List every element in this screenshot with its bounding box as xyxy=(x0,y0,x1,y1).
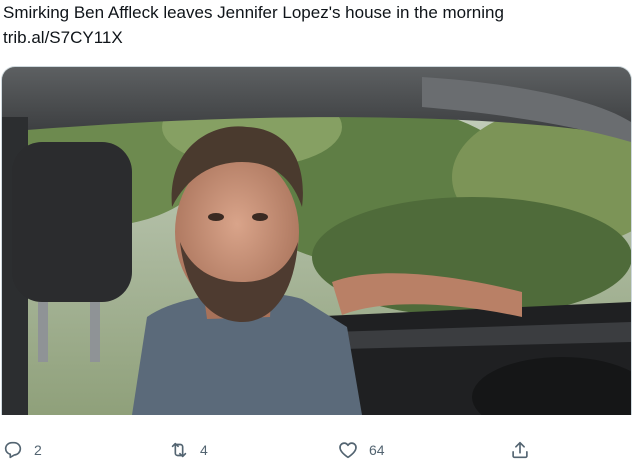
reply-icon xyxy=(4,441,22,459)
retweet-count: 4 xyxy=(200,442,208,458)
tweet-text: Smirking Ben Affleck leaves Jennifer Lop… xyxy=(3,0,623,50)
tweet[interactable]: Smirking Ben Affleck leaves Jennifer Lop… xyxy=(0,0,632,475)
tweet-media-photo[interactable] xyxy=(1,66,632,415)
share-icon xyxy=(512,441,528,459)
reply-count: 2 xyxy=(34,442,42,458)
retweet-button[interactable]: 4 xyxy=(168,432,208,468)
like-button[interactable]: 64 xyxy=(337,432,385,468)
retweet-icon xyxy=(171,442,187,458)
tweet-text-line: Smirking Ben Affleck leaves Jennifer Lop… xyxy=(3,3,504,22)
share-button[interactable] xyxy=(509,432,531,468)
like-count: 64 xyxy=(369,442,385,458)
tweet-actions: 2 4 64 xyxy=(0,432,632,472)
tweet-link[interactable]: trib.al/S7CY11X xyxy=(3,25,623,50)
reply-button[interactable]: 2 xyxy=(2,432,42,468)
photo-illustration xyxy=(2,67,631,415)
heart-icon xyxy=(339,442,357,459)
